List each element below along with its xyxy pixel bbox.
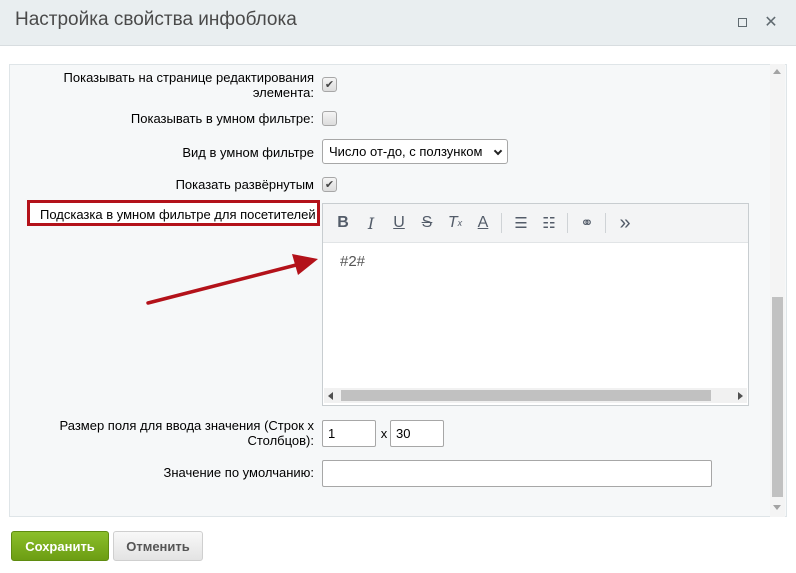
ordered-list-icon[interactable]: ☰: [510, 212, 532, 234]
close-icon[interactable]: ✕: [761, 12, 781, 32]
save-button[interactable]: Сохранить: [11, 531, 109, 561]
hint-label: Подсказка в умном фильтре для посетителе…: [40, 207, 316, 222]
editor-horizontal-scrollbar[interactable]: [324, 388, 747, 403]
scroll-down-icon[interactable]: [773, 505, 781, 510]
annotation-arrow-icon: [146, 254, 318, 305]
hint-label-highlight: Подсказка в умном фильтре для посетителе…: [27, 200, 320, 226]
show-on-edit-page-label: Показывать на странице редактирования эл…: [20, 70, 314, 100]
unordered-list-icon[interactable]: ☷: [538, 212, 560, 234]
smart-filter-view-value: Число от-до, с ползунком: [329, 144, 483, 159]
default-value-label: Значение по умолчанию:: [163, 465, 314, 480]
font-color-icon[interactable]: A: [472, 212, 494, 234]
size-label-line1: Размер поля для ввода значения (Строк х: [59, 418, 314, 433]
show-in-smart-filter-checkbox[interactable]: [322, 111, 337, 126]
scroll-thumb[interactable]: [772, 297, 783, 497]
link-icon[interactable]: ⚭: [576, 212, 598, 234]
smart-filter-view-select[interactable]: Число от-до, с ползунком: [322, 139, 508, 164]
show-in-smart-filter-label: Показывать в умном фильтре:: [130, 111, 314, 126]
smart-filter-view-label: Вид в умном фильтре: [182, 145, 314, 160]
hint-editor[interactable]: B I U S Tx A ☰ ☷ ⚭ » #2#: [322, 203, 749, 406]
cancel-button[interactable]: Отменить: [113, 531, 203, 561]
scroll-left-icon[interactable]: [328, 392, 333, 400]
editor-toolbar: B I U S Tx A ☰ ☷ ⚭ »: [323, 204, 748, 243]
toolbar-divider: [567, 213, 568, 233]
size-label-line2: Столбцов):: [247, 433, 314, 448]
italic-icon[interactable]: I: [360, 212, 382, 234]
show-expanded-checkbox[interactable]: ✔: [322, 177, 337, 192]
underline-icon[interactable]: U: [388, 212, 410, 234]
size-separator: x: [380, 426, 388, 441]
size-label: Размер поля для ввода значения (Строк х …: [20, 418, 314, 448]
show-on-edit-page-checkbox[interactable]: ✔: [322, 77, 337, 92]
vertical-scrollbar[interactable]: [770, 64, 785, 517]
editor-content[interactable]: #2#: [340, 253, 365, 270]
toolbar-divider: [605, 213, 606, 233]
chevron-down-icon: [493, 146, 503, 156]
dialog-title: Настройка свойства инфоблока: [15, 9, 297, 30]
check-icon: ✔: [324, 179, 335, 191]
editor-scroll-thumb[interactable]: [341, 390, 711, 401]
show-on-edit-page-label-line1: Показывать на странице редактирования: [63, 70, 314, 85]
show-on-edit-page-label-line2: элемента:: [252, 85, 314, 100]
scroll-up-icon[interactable]: [773, 69, 781, 74]
show-expanded-label: Показать развёрнутым: [175, 177, 314, 192]
dialog-titlebar: Настройка свойства инфоблока ✕: [0, 0, 796, 46]
toolbar-divider: [501, 213, 502, 233]
scroll-right-icon[interactable]: [738, 392, 743, 400]
bold-icon[interactable]: B: [332, 212, 354, 234]
default-value-input[interactable]: [322, 460, 712, 487]
cols-input[interactable]: 30: [390, 420, 444, 447]
clear-format-icon[interactable]: Tx: [444, 212, 466, 234]
check-icon: ✔: [324, 79, 335, 91]
strikethrough-icon[interactable]: S: [416, 212, 438, 234]
rows-input[interactable]: 1: [322, 420, 376, 447]
more-icon[interactable]: »: [614, 212, 636, 234]
maximize-icon[interactable]: [732, 12, 752, 32]
